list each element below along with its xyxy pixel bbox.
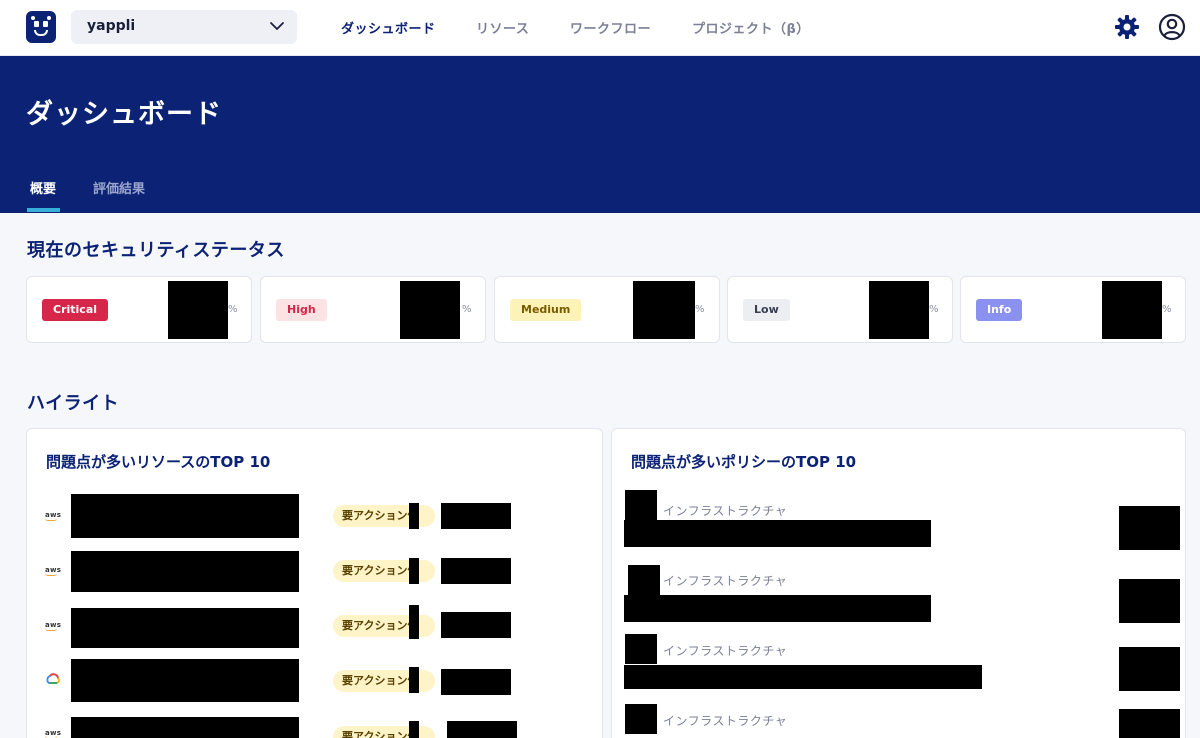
redacted-count xyxy=(1119,709,1180,738)
nav-project-beta[interactable]: プロジェクト（β） xyxy=(692,18,810,37)
action-required-pill: 要アクション件 xyxy=(333,726,435,738)
highlight-title: ハイライト xyxy=(27,393,120,414)
redacted-count xyxy=(409,605,419,639)
redacted-detail xyxy=(447,721,517,738)
page-header: ダッシュボード 概要 評価結果 xyxy=(0,56,1200,213)
redacted-count xyxy=(409,667,419,693)
nav-workflow[interactable]: ワークフロー xyxy=(570,18,651,37)
redacted-detail xyxy=(441,558,511,584)
redacted-count xyxy=(1119,647,1180,691)
action-required-pill: 要アクション件 xyxy=(333,615,435,637)
active-tab-indicator xyxy=(27,208,60,212)
percent-unit: % xyxy=(228,304,238,315)
redacted-count xyxy=(409,558,419,584)
aws-icon: aws xyxy=(45,566,62,576)
policy-category: インフラストラクチャ xyxy=(663,574,788,588)
nav-resources[interactable]: リソース xyxy=(476,18,529,37)
tab-evaluation-results[interactable]: 評価結果 xyxy=(93,178,145,197)
top-resources-title: 問題点が多いリソースのTOP 10 xyxy=(46,453,271,471)
percent-unit: % xyxy=(929,304,939,315)
redacted-value xyxy=(633,281,695,339)
google-cloud-icon xyxy=(46,673,60,684)
redacted-resource-name[interactable] xyxy=(71,551,299,592)
redacted-policy-name[interactable] xyxy=(624,665,982,689)
redacted-value xyxy=(400,281,460,339)
top-navigation-bar: yappli ダッシュボード リソース ワークフロー プロジェクト（β） xyxy=(0,0,1200,56)
redacted-count xyxy=(1119,506,1180,550)
redacted-detail xyxy=(441,669,511,695)
tab-overview[interactable]: 概要 xyxy=(30,178,56,197)
top-resources-panel: 問題点が多いリソースのTOP 10 aws 要アクション件 aws 要アクション… xyxy=(26,428,603,738)
redacted-policy-name[interactable] xyxy=(624,595,931,622)
redacted-value xyxy=(1102,281,1162,339)
status-card-low[interactable]: Low % xyxy=(727,276,953,343)
organization-select-value: yappli xyxy=(87,18,136,34)
status-card-high[interactable]: High % xyxy=(260,276,486,343)
status-card-medium[interactable]: Medium % xyxy=(494,276,720,343)
redacted-count xyxy=(409,721,419,738)
redacted-resource-name[interactable] xyxy=(71,608,299,648)
percent-unit: % xyxy=(1162,304,1172,315)
aws-icon: aws xyxy=(45,621,62,631)
policy-category: インフラストラクチャ xyxy=(663,714,788,728)
page-title: ダッシュボード xyxy=(26,99,222,130)
gear-icon[interactable] xyxy=(1114,14,1140,40)
organization-select[interactable]: yappli xyxy=(71,10,297,44)
aws-icon: aws xyxy=(45,729,62,737)
action-required-pill: 要アクション件 xyxy=(333,670,435,692)
redacted-resource-name[interactable] xyxy=(71,717,299,738)
redacted-severity xyxy=(625,490,657,520)
logo-icon[interactable] xyxy=(26,11,56,43)
redacted-detail xyxy=(441,612,511,638)
redacted-severity xyxy=(625,704,657,734)
redacted-resource-name[interactable] xyxy=(71,494,299,538)
redacted-value xyxy=(168,281,228,339)
redacted-policy-name[interactable] xyxy=(624,520,931,547)
redacted-count xyxy=(1119,579,1180,623)
policy-category: インフラストラクチャ xyxy=(663,504,788,518)
aws-icon: aws xyxy=(45,511,62,521)
redacted-detail xyxy=(441,503,511,529)
severity-badge-critical: Critical xyxy=(42,299,109,321)
top-policies-panel: 問題点が多いポリシーのTOP 10 インフラストラクチャ インフラストラクチャ … xyxy=(611,428,1186,738)
chevron-down-icon xyxy=(270,22,284,30)
severity-badge-low: Low xyxy=(743,299,790,321)
severity-badge-medium: Medium xyxy=(510,299,582,321)
redacted-severity xyxy=(628,565,660,595)
severity-badge-high: High xyxy=(276,299,327,321)
severity-badge-info: Info xyxy=(976,299,1023,321)
nav-dashboard[interactable]: ダッシュボード xyxy=(341,18,436,37)
redacted-count xyxy=(409,503,419,529)
redacted-resource-name[interactable] xyxy=(71,659,299,702)
percent-unit: % xyxy=(695,304,705,315)
status-card-info[interactable]: Info % xyxy=(960,276,1186,343)
redacted-severity xyxy=(625,634,657,664)
action-required-pill: 要アクション件 xyxy=(333,505,435,527)
status-card-critical[interactable]: Critical % xyxy=(26,276,252,343)
security-status-title: 現在のセキュリティステータス xyxy=(27,240,285,261)
user-circle-icon[interactable] xyxy=(1158,13,1186,41)
redacted-value xyxy=(869,281,929,339)
policy-category: インフラストラクチャ xyxy=(663,644,788,658)
top-policies-title: 問題点が多いポリシーのTOP 10 xyxy=(631,453,857,471)
action-required-pill: 要アクション件 xyxy=(333,560,435,582)
percent-unit: % xyxy=(462,304,472,315)
